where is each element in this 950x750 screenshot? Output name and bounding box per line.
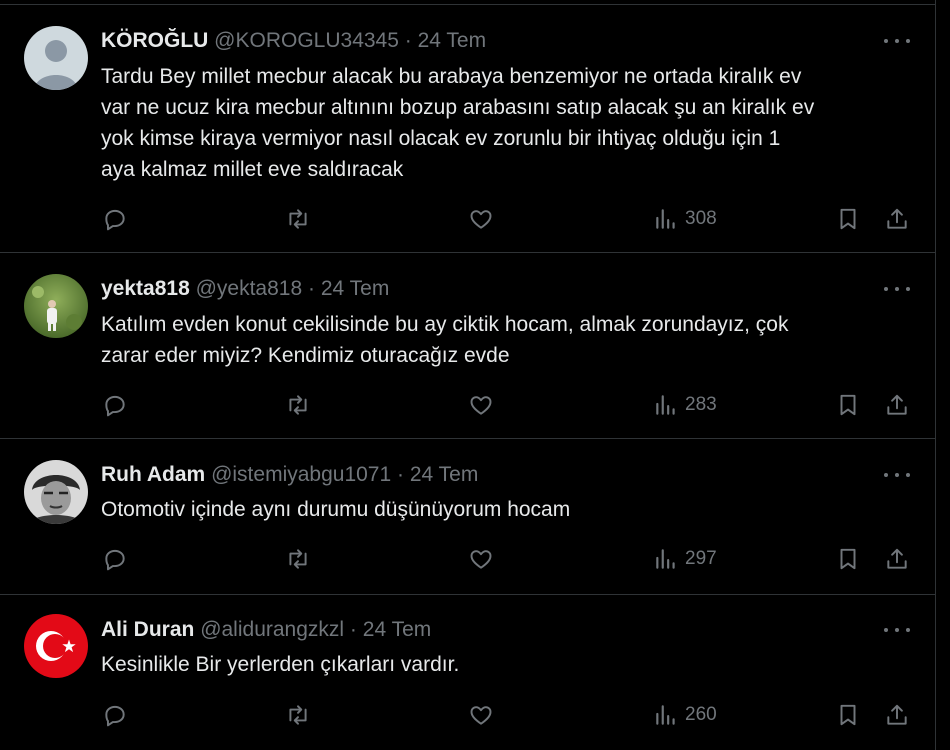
retweet-button[interactable] xyxy=(285,700,311,730)
share-button[interactable] xyxy=(884,204,910,234)
default-profile-icon xyxy=(24,26,88,90)
tweet[interactable]: Ali Duran @alidurangzkzl · 24 Tem Kesinl… xyxy=(0,595,935,750)
views-button[interactable]: 297 xyxy=(653,544,717,574)
timestamp[interactable]: 24 Tem xyxy=(321,277,390,300)
tweet-text: Katılım evden konut cekilisinde bu ay ci… xyxy=(101,313,789,367)
tweet-header: KÖROĞLU @KOROGLU34345 · 24 Tem xyxy=(101,28,486,54)
view-count: 308 xyxy=(685,208,717,229)
tweet-header: yekta818 @yekta818 · 24 Tem xyxy=(101,276,389,302)
view-count: 283 xyxy=(685,394,717,415)
views-icon xyxy=(656,395,675,415)
tweet[interactable]: KÖROĞLU @KOROGLU34345 · 24 Tem Tardu Bey… xyxy=(0,5,935,253)
bookmark-icon xyxy=(840,704,856,726)
like-button[interactable] xyxy=(468,544,494,574)
like-icon xyxy=(470,396,492,415)
share-icon xyxy=(887,704,907,725)
like-button[interactable] xyxy=(468,204,494,234)
retweet-icon xyxy=(289,209,307,229)
timestamp[interactable]: 24 Tem xyxy=(410,463,479,486)
reply-button[interactable] xyxy=(102,700,128,730)
action-bar: 260 xyxy=(0,700,935,730)
separator-dot: · xyxy=(404,29,412,52)
like-icon xyxy=(470,706,492,725)
tweet-text: Kesinlikle Bir yerlerden çıkarları vardı… xyxy=(101,653,460,676)
separator-dot: · xyxy=(397,463,405,486)
views-icon xyxy=(656,209,675,229)
share-button[interactable] xyxy=(884,544,910,574)
tweet-header: Ruh Adam @istemiyabgu1071 · 24 Tem xyxy=(101,462,478,488)
tweet-header: Ali Duran @alidurangzkzl · 24 Tem xyxy=(101,617,431,643)
retweet-button[interactable] xyxy=(285,544,311,574)
display-name[interactable]: yekta818 xyxy=(101,277,190,300)
avatar[interactable] xyxy=(24,274,88,338)
child-in-grass-photo xyxy=(24,274,88,338)
turkish-flag-icon xyxy=(24,614,88,678)
reply-icon xyxy=(105,395,125,417)
like-button[interactable] xyxy=(468,390,494,420)
like-icon xyxy=(470,550,492,569)
user-handle[interactable]: @alidurangzkzl xyxy=(200,618,344,641)
view-count: 260 xyxy=(685,704,717,725)
tweet-text: Otomotiv içinde aynı durumu düşünüyorum … xyxy=(101,498,571,521)
display-name[interactable]: Ali Duran xyxy=(101,618,194,641)
views-icon xyxy=(656,549,675,569)
share-button[interactable] xyxy=(884,700,910,730)
bookmark-icon xyxy=(840,394,856,416)
bookmark-button[interactable] xyxy=(835,700,861,730)
bookmark-button[interactable] xyxy=(835,204,861,234)
display-name[interactable]: Ruh Adam xyxy=(101,463,205,486)
reply-icon xyxy=(105,705,125,727)
reply-icon xyxy=(105,209,125,231)
view-count: 297 xyxy=(685,548,717,569)
tweet-text: Tardu Bey millet mecbur alacak bu arabay… xyxy=(101,65,815,181)
retweet-button[interactable] xyxy=(285,204,311,234)
bookmark-icon xyxy=(840,208,856,230)
like-button[interactable] xyxy=(468,700,494,730)
reply-icon xyxy=(105,549,125,571)
bookmark-icon xyxy=(840,548,856,570)
share-icon xyxy=(887,394,907,415)
like-icon xyxy=(470,210,492,229)
more-icon[interactable] xyxy=(884,279,910,299)
action-bar: 297 xyxy=(0,544,935,574)
separator-dot: · xyxy=(349,618,357,641)
bookmark-button[interactable] xyxy=(835,544,861,574)
user-handle[interactable]: @yekta818 xyxy=(196,277,303,300)
display-name[interactable]: KÖROĞLU xyxy=(101,29,208,52)
views-button[interactable]: 308 xyxy=(653,204,717,234)
reply-button[interactable] xyxy=(102,204,128,234)
share-icon xyxy=(887,208,907,229)
reply-button[interactable] xyxy=(102,544,128,574)
user-handle[interactable]: @KOROGLU34345 xyxy=(214,29,399,52)
retweet-icon xyxy=(289,705,307,725)
tweet[interactable]: yekta818 @yekta818 · 24 Tem Katılım evde… xyxy=(0,253,935,439)
views-icon xyxy=(656,705,675,725)
more-icon[interactable] xyxy=(884,465,910,485)
more-icon[interactable] xyxy=(884,620,910,640)
more-icon[interactable] xyxy=(884,31,910,51)
views-button[interactable]: 283 xyxy=(653,390,717,420)
separator-dot: · xyxy=(308,277,315,300)
timestamp[interactable]: 24 Tem xyxy=(418,29,487,52)
black-white-portrait-photo xyxy=(24,460,88,524)
user-handle[interactable]: @istemiyabgu1071 xyxy=(211,463,391,486)
retweet-icon xyxy=(289,395,307,415)
share-button[interactable] xyxy=(884,390,910,420)
avatar[interactable] xyxy=(24,614,88,678)
tweet[interactable]: Ruh Adam @istemiyabgu1071 · 24 Tem Otomo… xyxy=(0,439,935,595)
timestamp[interactable]: 24 Tem xyxy=(363,618,432,641)
avatar[interactable] xyxy=(24,26,88,90)
views-button[interactable]: 260 xyxy=(653,700,717,730)
bookmark-button[interactable] xyxy=(835,390,861,420)
reply-button[interactable] xyxy=(102,390,128,420)
timeline: KÖROĞLU @KOROGLU34345 · 24 Tem Tardu Bey… xyxy=(0,0,936,750)
retweet-icon xyxy=(289,549,307,569)
action-bar: 283 xyxy=(0,390,935,420)
retweet-button[interactable] xyxy=(285,390,311,420)
avatar[interactable] xyxy=(24,460,88,524)
share-icon xyxy=(887,548,907,569)
action-bar: 308 xyxy=(0,204,935,234)
